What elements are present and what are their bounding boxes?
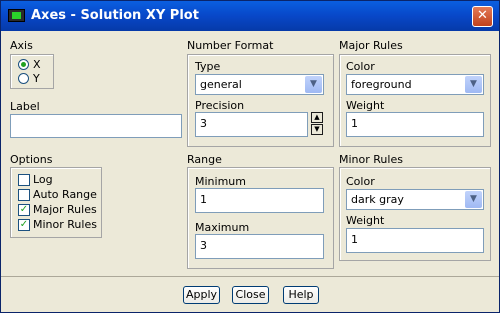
label-heading: Label (10, 100, 40, 113)
type-value: general (200, 78, 242, 91)
major-rules-heading: Major Rules (339, 39, 403, 52)
axis-x-label: X (33, 58, 41, 71)
minor-weight-label: Weight (346, 214, 385, 227)
apply-button[interactable]: Apply (183, 286, 220, 304)
major-weight-label: Weight (346, 99, 385, 112)
major-color-dropdown[interactable]: foreground ▼ (346, 74, 484, 95)
close-button[interactable]: Close (232, 286, 269, 304)
auto-range-checkbox[interactable] (18, 189, 30, 201)
app-icon (8, 9, 25, 22)
options-heading: Options (10, 153, 53, 166)
major-rules-checkbox[interactable]: ✓ (18, 204, 30, 216)
minor-color-value: dark gray (351, 193, 404, 206)
precision-input[interactable]: 3 (195, 112, 308, 137)
chevron-down-icon[interactable]: ▼ (465, 191, 482, 208)
maximum-input[interactable]: 3 (195, 234, 324, 259)
spin-down-icon[interactable]: ▼ (311, 124, 323, 135)
type-dropdown[interactable]: general ▼ (195, 74, 324, 95)
major-color-label: Color (346, 60, 375, 73)
minor-weight-input[interactable]: 1 (346, 228, 484, 253)
major-color-value: foreground (351, 78, 412, 91)
chevron-down-icon[interactable]: ▼ (465, 76, 482, 93)
minimum-input[interactable]: 1 (195, 188, 324, 213)
axis-heading: Axis (10, 39, 33, 52)
dialog-window: Axes - Solution XY Plot ✕ Axis X Y Label… (0, 0, 500, 313)
axis-x-radio[interactable] (18, 59, 29, 70)
minor-rules-heading: Minor Rules (339, 153, 403, 166)
window-title: Axes - Solution XY Plot (31, 8, 199, 23)
spin-up-icon[interactable]: ▲ (311, 112, 323, 123)
minor-color-label: Color (346, 175, 375, 188)
minor-color-dropdown[interactable]: dark gray ▼ (346, 189, 484, 210)
title-bar[interactable]: Axes - Solution XY Plot ✕ (1, 1, 499, 31)
log-checkbox[interactable] (18, 174, 30, 186)
major-weight-input[interactable]: 1 (346, 112, 484, 137)
axis-y-label: Y (33, 72, 40, 85)
label-input[interactable] (10, 114, 182, 138)
axis-y-radio[interactable] (18, 73, 29, 84)
number-format-heading: Number Format (187, 39, 274, 52)
help-button[interactable]: Help (283, 286, 319, 304)
minimum-label: Minimum (195, 175, 246, 188)
minor-rules-label: Minor Rules (33, 218, 97, 231)
range-heading: Range (187, 153, 222, 166)
auto-range-label: Auto Range (33, 188, 97, 201)
divider (1, 276, 499, 277)
type-label: Type (195, 60, 221, 73)
precision-label: Precision (195, 99, 245, 112)
major-rules-label: Major Rules (33, 203, 97, 216)
close-window-button[interactable]: ✕ (472, 6, 493, 27)
maximum-label: Maximum (195, 221, 250, 234)
minor-rules-checkbox[interactable]: ✓ (18, 219, 30, 231)
log-label: Log (33, 173, 53, 186)
chevron-down-icon[interactable]: ▼ (305, 76, 322, 93)
axis-group (10, 54, 54, 89)
